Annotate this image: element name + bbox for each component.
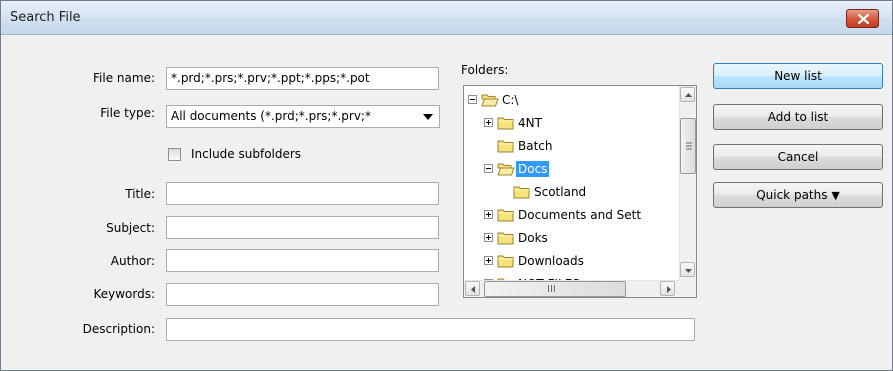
folder-tree-item[interactable]: Batch — [484, 136, 676, 156]
cancel-button[interactable]: Cancel — [713, 144, 883, 170]
file-type-dropdown-button[interactable] — [417, 106, 439, 127]
file-type-value: All documents (*.prd;*.prs;*.prv;* — [171, 109, 371, 123]
scroll-down-icon — [685, 269, 692, 273]
window-title: Search File — [10, 10, 81, 25]
folder-icon — [497, 232, 514, 245]
quick-paths-button-label: Quick paths — [756, 188, 828, 202]
chevron-down-icon — [423, 114, 433, 120]
title-input[interactable] — [166, 182, 439, 205]
expand-icon[interactable] — [484, 233, 493, 242]
cancel-button-label: Cancel — [777, 150, 819, 164]
subject-label-text: Subject: — [106, 221, 155, 235]
scroll-down-button[interactable] — [680, 262, 695, 277]
description-label: Description: — [41, 322, 155, 336]
add-to-list-button[interactable]: Add to list — [713, 104, 883, 130]
file-name-label-text: File name: — [93, 71, 155, 85]
folder-tree-item[interactable]: Downloads — [484, 251, 676, 271]
search-file-dialog: Search File File name: *.prd;*.prs;*.prv… — [0, 0, 893, 371]
expand-icon[interactable] — [484, 118, 493, 127]
scroll-up-icon — [685, 93, 692, 97]
keywords-input[interactable] — [166, 283, 439, 306]
title-label: Title: — [61, 187, 155, 201]
include-subfolders-label[interactable]: Include subfolders — [191, 147, 301, 161]
scroll-left-button[interactable] — [465, 281, 480, 296]
title-bar[interactable]: Search File — [1, 1, 892, 35]
folder-tree-item[interactable]: 4NT — [484, 113, 676, 133]
folders-label: Folders: — [461, 63, 509, 77]
expand-icon[interactable] — [484, 210, 493, 219]
title-label-text: Title: — [125, 187, 155, 201]
expand-icon[interactable] — [484, 256, 493, 265]
subject-label: Subject: — [61, 221, 155, 235]
grip-icon — [686, 142, 692, 150]
scroll-right-button[interactable] — [660, 281, 675, 296]
include-subfolders-checkbox[interactable] — [168, 148, 181, 161]
description-input[interactable] — [166, 318, 695, 341]
scroll-up-button[interactable] — [680, 87, 695, 102]
folder-tree-item[interactable]: Docs — [484, 159, 676, 179]
folder-tree-item[interactable]: Scotland — [500, 182, 676, 202]
scroll-left-icon — [471, 286, 475, 293]
open-folder-icon — [497, 163, 515, 176]
new-list-button-label: New list — [774, 69, 822, 83]
scrollbar-corner — [679, 280, 696, 297]
folder-tree-item-label: Doks — [518, 231, 548, 245]
folder-icon — [497, 140, 514, 153]
collapse-icon[interactable] — [484, 164, 493, 173]
file-type-label: File type: — [61, 106, 155, 120]
file-type-label-text: File type: — [100, 106, 155, 120]
folder-tree-item-label: 4NT — [518, 116, 542, 130]
add-to-list-button-label: Add to list — [767, 110, 829, 124]
keywords-label-text: Keywords: — [93, 287, 155, 301]
folder-icon — [513, 186, 530, 199]
folders-horizontal-scrollbar[interactable]: III — [464, 280, 679, 297]
quick-paths-button[interactable]: Quick paths ▼ — [713, 182, 883, 208]
dropdown-arrow-icon: ▼ — [831, 189, 840, 202]
author-input[interactable] — [166, 249, 439, 272]
horizontal-scroll-thumb[interactable]: III — [484, 281, 626, 297]
file-name-label: File name: — [61, 71, 155, 85]
description-label-text: Description: — [82, 322, 155, 336]
folder-icon — [497, 209, 514, 222]
vertical-scroll-thumb[interactable] — [680, 118, 696, 174]
folder-tree-item-label: Docs — [516, 161, 550, 177]
folders-vertical-scrollbar[interactable] — [679, 86, 696, 280]
folder-tree-item-label: C:\ — [502, 93, 519, 107]
folder-icon — [497, 255, 514, 268]
keywords-label: Keywords: — [61, 287, 155, 301]
folder-tree-item-label: Downloads — [518, 254, 584, 268]
horizontal-grip: III — [547, 284, 556, 295]
folder-tree-item-label: Scotland — [534, 185, 587, 199]
folder-tree-item[interactable]: Doks — [484, 228, 676, 248]
folders-tree[interactable]: C:\ 4NT Batch Docs Scotland Documents and Set… — [463, 85, 697, 298]
open-folder-icon — [481, 94, 499, 107]
scroll-right-icon — [667, 286, 671, 293]
author-label: Author: — [61, 254, 155, 268]
folder-tree-item[interactable]: Documents and Sett — [484, 205, 676, 225]
subject-input[interactable] — [166, 216, 439, 239]
close-button[interactable] — [846, 9, 879, 28]
file-type-select[interactable]: All documents (*.prd;*.prs;*.prv;* — [166, 105, 440, 128]
collapse-icon[interactable] — [468, 95, 477, 104]
file-name-input[interactable]: *.prd;*.prs;*.prv;*.ppt;*.pps;*.pot — [166, 67, 439, 90]
author-label-text: Author: — [110, 254, 155, 268]
close-icon — [858, 14, 869, 24]
folder-tree-item-label: Documents and Sett — [518, 208, 642, 222]
new-list-button[interactable]: New list — [713, 63, 883, 89]
folder-tree-item-label: Batch — [518, 139, 553, 153]
folder-tree-item[interactable]: C:\ — [468, 90, 676, 110]
folder-icon — [497, 117, 514, 130]
